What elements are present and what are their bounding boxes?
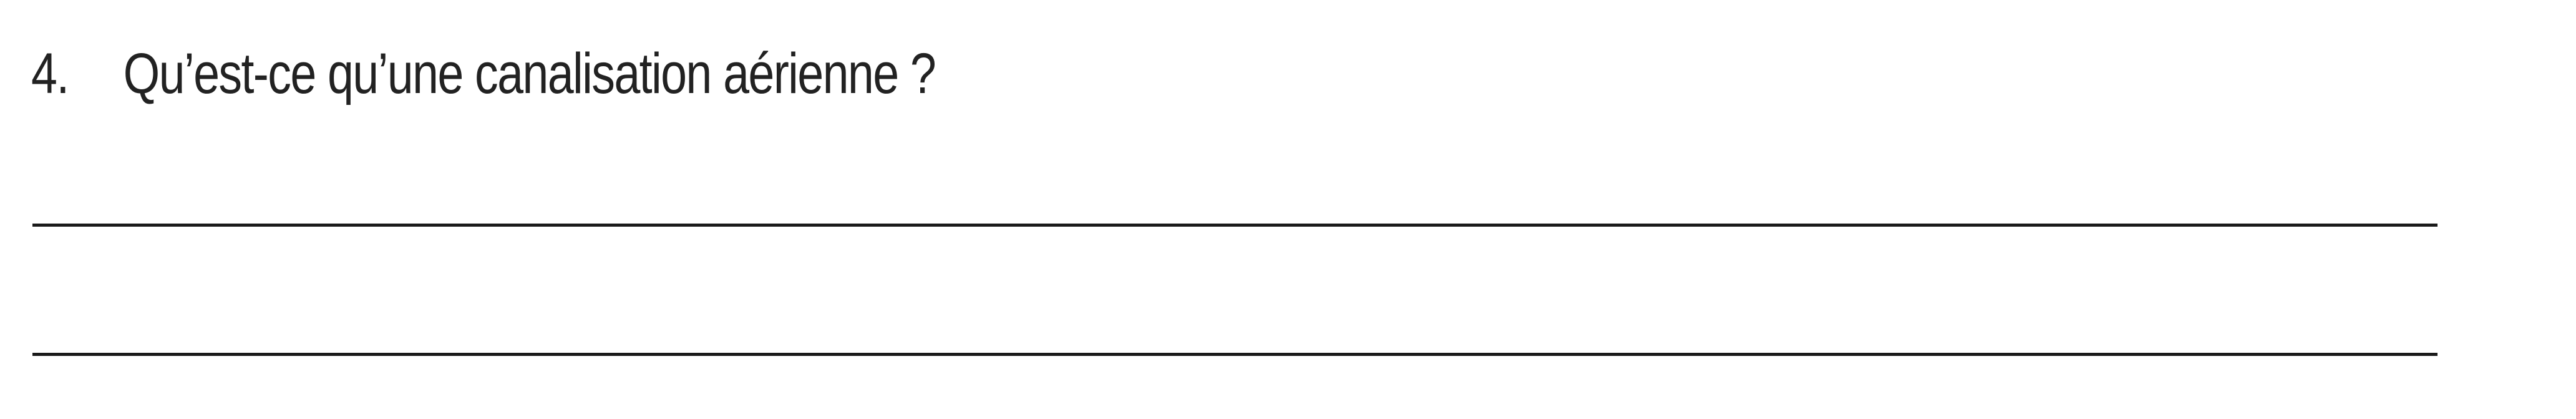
question-prompt: 4. Qu’est-ce qu’une canalisation aérienn… [31, 36, 936, 111]
answer-line-1[interactable] [32, 224, 2437, 227]
question-text: Qu’est-ce qu’une canalisation aérienne ? [123, 42, 936, 106]
question-number: 4. [31, 42, 69, 106]
answer-line-2[interactable] [32, 353, 2437, 356]
